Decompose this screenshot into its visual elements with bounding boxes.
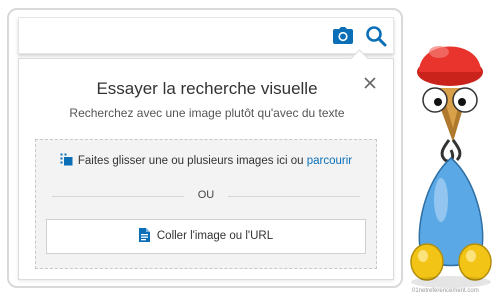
image-dropzone[interactable]: Faites glisser une ou plusieurs images i…: [35, 139, 377, 269]
paste-image-url-button[interactable]: Coller l'image ou l'URL: [46, 219, 366, 254]
magnifier-icon: [366, 26, 387, 47]
close-x-icon: [364, 77, 376, 89]
drag-drop-icon: [60, 153, 73, 166]
paste-label: Coller l'image ou l'URL: [156, 230, 274, 242]
visual-search-button[interactable]: [332, 26, 354, 46]
or-label: OU: [197, 189, 215, 201]
search-button[interactable]: [365, 25, 387, 47]
or-separator: OU: [52, 189, 360, 203]
visual-search-panel: Essayer la recherche visuelle Recherchez…: [18, 49, 394, 280]
panel-subtitle: Recherchez avec une image plutôt qu'avec…: [69, 106, 345, 120]
separator-line-right: [228, 196, 360, 197]
panel-title: Essayer la recherche visuelle: [96, 79, 318, 98]
drag-text: Faites glisser une ou plusieurs images i…: [77, 155, 307, 167]
search-bar[interactable]: [18, 17, 394, 54]
close-button[interactable]: [363, 76, 377, 90]
document-icon: [138, 223, 150, 242]
mascot-illustration: [410, 46, 492, 288]
browse-link[interactable]: parcourir: [307, 155, 352, 167]
watermark: 01netreferencement.com: [412, 288, 479, 294]
drag-instructions: Faites glisser une ou plusieurs images i…: [36, 153, 376, 167]
camera-icon: [333, 27, 353, 44]
screenshot-canvas: Essayer la recherche visuelle Recherchez…: [0, 0, 500, 300]
